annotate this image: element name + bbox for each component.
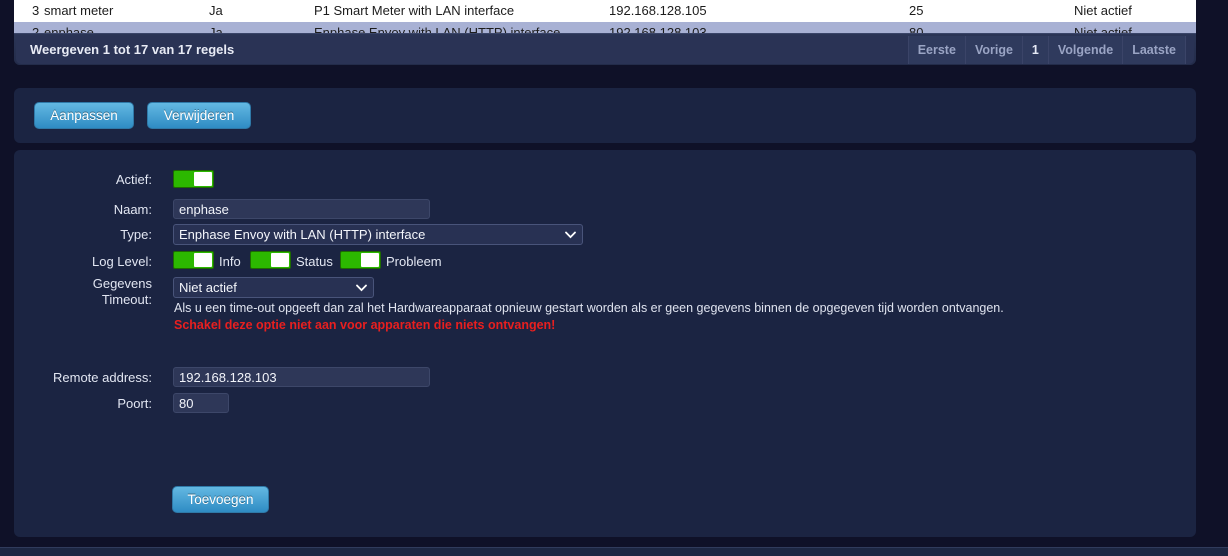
data-timeout-warning-text: Schakel deze optie niet aan voor apparat… [174, 318, 556, 332]
type-label: Type: [120, 227, 152, 242]
toggle-knob [194, 253, 212, 267]
active-toggle[interactable] [173, 170, 214, 188]
log-level-status-label: Status [296, 254, 333, 269]
log-level-probleem-toggle[interactable] [340, 251, 381, 269]
log-level-info-toggle[interactable] [173, 251, 214, 269]
cell-ip: 192.168.128.105 [609, 0, 909, 22]
table-row[interactable]: 3 smart meter Ja P1 Smart Meter with LAN… [14, 0, 1196, 22]
toggle-knob [361, 253, 379, 267]
cell-active: Ja [209, 0, 314, 22]
log-level-probleem-label: Probleem [386, 254, 442, 269]
port-label: Poort: [117, 396, 152, 411]
pagination: Eerste Vorige 1 Volgende Laatste [907, 36, 1186, 64]
log-level-status-toggle[interactable] [250, 251, 291, 269]
toggle-knob [194, 172, 212, 186]
log-level-label: Log Level: [92, 254, 152, 269]
pagination-page-1[interactable]: 1 [1021, 36, 1048, 64]
records-summary: Weergeven 1 tot 17 van 17 regels [30, 42, 235, 57]
add-button[interactable]: Toevoegen [172, 486, 269, 513]
pagination-next[interactable]: Volgende [1047, 36, 1123, 64]
name-input[interactable] [173, 199, 430, 219]
remote-address-input[interactable] [173, 367, 430, 387]
remote-address-label: Remote address: [53, 370, 152, 385]
data-timeout-help-text: Als u een time-out opgeeft dan zal het H… [174, 301, 1004, 315]
delete-button[interactable]: Verwijderen [147, 102, 251, 129]
action-button-panel: Aanpassen Verwijderen [14, 88, 1196, 143]
data-timeout-select[interactable]: Niet actief [173, 277, 374, 298]
cell-status: Niet actief [1074, 0, 1196, 22]
pagination-first[interactable]: Eerste [907, 36, 965, 64]
active-label: Actief: [115, 172, 152, 187]
cell-port: 25 [909, 0, 1074, 22]
data-timeout-label-line2: Timeout: [101, 292, 152, 307]
data-timeout-label-line1: Gegevens [92, 276, 152, 291]
bottom-status-bar [0, 548, 1228, 556]
content-column: 3 smart meter Ja P1 Smart Meter with LAN… [14, 0, 1196, 537]
type-select-wrapper: Enphase Envoy with LAN (HTTP) interface [173, 224, 583, 245]
pagination-previous[interactable]: Vorige [964, 36, 1022, 64]
cell-id: 3 [14, 0, 44, 22]
cell-name: smart meter [44, 0, 209, 22]
app-page: 3 smart meter Ja P1 Smart Meter with LAN… [0, 0, 1228, 556]
cell-type: P1 Smart Meter with LAN interface [314, 0, 609, 22]
pagination-last[interactable]: Laatste [1122, 36, 1186, 64]
toggle-knob [271, 253, 289, 267]
name-label: Naam: [113, 202, 152, 217]
hardware-devices-table-panel: 3 smart meter Ja P1 Smart Meter with LAN… [14, 0, 1196, 65]
data-timeout-select-wrapper: Niet actief [173, 277, 374, 298]
port-input[interactable] [173, 393, 229, 413]
table-footer: Weergeven 1 tot 17 van 17 regels Eerste … [14, 33, 1196, 65]
device-form-panel: Actief: Naam: Type: Enphase Envoy with L… [14, 150, 1196, 537]
table-footer-inner: Weergeven 1 tot 17 van 17 regels Eerste … [16, 36, 1194, 64]
type-select[interactable]: Enphase Envoy with LAN (HTTP) interface [173, 224, 583, 245]
log-level-info-label: Info [219, 254, 241, 269]
edit-button[interactable]: Aanpassen [34, 102, 134, 129]
